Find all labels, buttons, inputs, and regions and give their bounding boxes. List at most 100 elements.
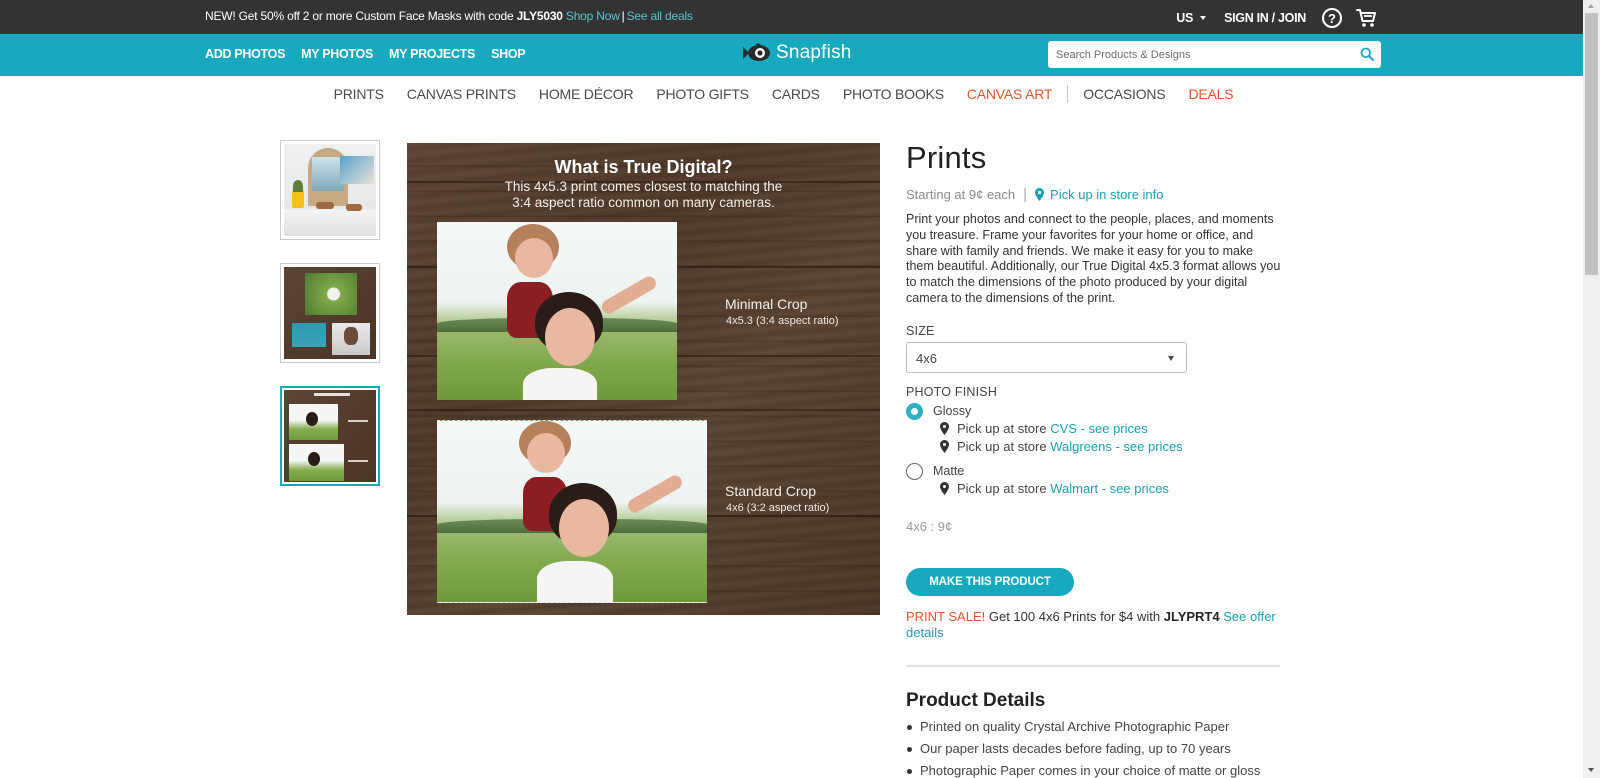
- pickup-walgreens: Pick up at store Walgreens - see prices: [940, 439, 1183, 454]
- category-cards[interactable]: CARDS: [772, 86, 820, 102]
- category-occasions[interactable]: OCCASIONS: [1083, 86, 1165, 102]
- scroll-down-arrow-icon[interactable]: [1588, 768, 1594, 772]
- pickup-walmart: Pick up at store Walmart - see prices: [940, 481, 1169, 496]
- woman-face: [545, 308, 595, 366]
- pickup-cvs: Pick up at store CVS - see prices: [940, 421, 1148, 436]
- standard-crop-ratio: 4x6 (3:2 aspect ratio): [726, 502, 830, 514]
- matte-radio[interactable]: [906, 463, 923, 480]
- child-face: [527, 433, 565, 473]
- woman-face: [559, 499, 609, 557]
- category-nav: PRINTS CANVAS PRINTS HOME DÉCOR PHOTO GI…: [0, 76, 1583, 112]
- search-icon[interactable]: [1360, 47, 1374, 61]
- region-label: US: [1176, 11, 1194, 25]
- image-subtitle: This 4x5.3 print comes closest to matchi…: [407, 179, 880, 211]
- main-product-image: What is True Digital? This 4x5.3 print c…: [407, 143, 880, 615]
- finish-label: PHOTO FINISH: [906, 385, 998, 399]
- category-divider: [1067, 85, 1069, 103]
- thumbnail-2[interactable]: [280, 263, 380, 363]
- arm: [599, 273, 659, 317]
- nav-shop[interactable]: SHOP: [491, 47, 526, 61]
- promo-bar: NEW! Get 50% off 2 or more Custom Face M…: [0, 0, 1583, 34]
- glossy-label[interactable]: Glossy: [933, 404, 971, 418]
- dropdown-caret-icon: [1168, 356, 1174, 361]
- woman-shirt: [537, 561, 613, 602]
- promo-separator: |: [621, 9, 625, 23]
- minimal-crop-ratio: 4x5.3 (3:4 aspect ratio): [726, 315, 839, 327]
- sign-in-link[interactable]: SIGN IN / JOIN: [1224, 11, 1306, 25]
- list-item: Printed on quality Crystal Archive Photo…: [906, 716, 1260, 738]
- image-subtitle-line-1: This 4x5.3 print comes closest to matchi…: [504, 179, 783, 194]
- map-pin-icon: [940, 440, 949, 453]
- pickup-prefix: Pick up at store: [957, 421, 1051, 436]
- category-canvas-art[interactable]: CANVAS ART: [967, 86, 1053, 102]
- size-label: SIZE: [906, 324, 935, 338]
- promo-message: NEW! Get 50% off 2 or more Custom Face M…: [205, 9, 693, 23]
- category-home-decor[interactable]: HOME DÉCOR: [539, 86, 634, 102]
- make-this-product-button[interactable]: MAKE THIS PRODUCT: [906, 568, 1074, 596]
- starting-price: Starting at 9¢ each: [906, 187, 1016, 202]
- walmart-see-prices-link[interactable]: Walmart - see prices: [1050, 481, 1169, 496]
- account-controls: US SIGN IN / JOIN ?: [1176, 8, 1378, 28]
- sale-label: PRINT SALE!: [906, 609, 986, 624]
- sale-banner: PRINT SALE! Get 100 4x6 Prints for $4 wi…: [906, 609, 1286, 641]
- map-pin-icon: [940, 482, 949, 495]
- nav-add-photos[interactable]: ADD PHOTOS: [205, 47, 285, 61]
- standard-crop-label: Standard Crop: [725, 483, 817, 499]
- pickup-info-text: Pick up in store info: [1050, 187, 1164, 202]
- shop-now-link[interactable]: Shop Now: [566, 9, 620, 23]
- woman-shirt: [523, 368, 597, 400]
- sale-code: JLYPRT4: [1163, 609, 1220, 624]
- product-title: Prints: [906, 140, 987, 175]
- scroll-up-arrow-icon[interactable]: [1588, 4, 1594, 8]
- product-details-list: Printed on quality Crystal Archive Photo…: [906, 716, 1260, 778]
- category-canvas-prints[interactable]: CANVAS PRINTS: [407, 86, 516, 102]
- product-details-title: Product Details: [906, 690, 1046, 711]
- category-photo-gifts[interactable]: PHOTO GIFTS: [656, 86, 749, 102]
- map-pin-icon: [940, 422, 949, 435]
- matte-label[interactable]: Matte: [933, 464, 964, 478]
- list-item: Photographic Paper comes in your choice …: [906, 760, 1260, 778]
- promo-text: NEW! Get 50% off 2 or more Custom Face M…: [205, 9, 517, 23]
- vertical-scrollbar[interactable]: [1583, 0, 1600, 778]
- see-all-deals-link[interactable]: See all deals: [627, 9, 693, 23]
- category-deals[interactable]: DEALS: [1188, 86, 1233, 102]
- search-box: [1048, 41, 1381, 68]
- thumbnail-image: [284, 390, 376, 482]
- shopping-cart-icon[interactable]: [1356, 8, 1378, 28]
- image-subtitle-line-2: 3:4 aspect ratio common on many cameras.: [512, 195, 775, 210]
- scrollbar-thumb[interactable]: [1585, 13, 1598, 275]
- promo-code: JLY5030: [516, 9, 563, 23]
- size-select[interactable]: 4x6: [906, 342, 1187, 373]
- glossy-radio[interactable]: [906, 403, 923, 420]
- page: NEW! Get 50% off 2 or more Custom Face M…: [0, 0, 1583, 778]
- nav-my-projects[interactable]: MY PROJECTS: [389, 47, 475, 61]
- image-title: What is True Digital?: [554, 157, 733, 177]
- snapfish-fish-icon: [743, 43, 770, 61]
- price-line: Starting at 9¢ each | Pick up in store i…: [906, 186, 1164, 203]
- minimal-crop-label: Minimal Crop: [725, 296, 808, 312]
- price-separator: |: [1023, 186, 1028, 203]
- thumbnail-1[interactable]: [280, 140, 380, 240]
- help-circle-icon[interactable]: ?: [1322, 8, 1342, 28]
- sale-text: Get 100 4x6 Prints for $4 with: [985, 609, 1164, 624]
- region-selector[interactable]: US: [1176, 11, 1207, 25]
- pickup-info-link[interactable]: Pick up in store info: [1035, 187, 1164, 202]
- cvs-see-prices-link[interactable]: CVS - see prices: [1050, 421, 1148, 436]
- category-photo-books[interactable]: PHOTO BOOKS: [843, 86, 944, 102]
- child-face: [515, 238, 553, 278]
- thumbnail-image: [284, 144, 376, 236]
- thumbnail-3[interactable]: [280, 386, 380, 486]
- pickup-prefix: Pick up at store: [957, 481, 1051, 496]
- map-pin-icon: [1035, 188, 1045, 201]
- search-input[interactable]: [1056, 41, 1356, 68]
- category-prints[interactable]: PRINTS: [334, 86, 384, 102]
- minimal-crop-photo: [437, 222, 677, 400]
- size-selected-value: 4x6: [916, 351, 937, 366]
- nav-my-photos[interactable]: MY PHOTOS: [301, 47, 373, 61]
- plank-line: [407, 409, 880, 411]
- walgreens-see-prices-link[interactable]: Walgreens - see prices: [1050, 439, 1182, 454]
- product-description: Print your photos and connect to the peo…: [906, 212, 1281, 305]
- snapfish-logo[interactable]: Snapfish: [742, 42, 852, 64]
- thumbnail-image: [284, 267, 376, 359]
- price-summary: 4x6 : 9¢: [906, 519, 953, 534]
